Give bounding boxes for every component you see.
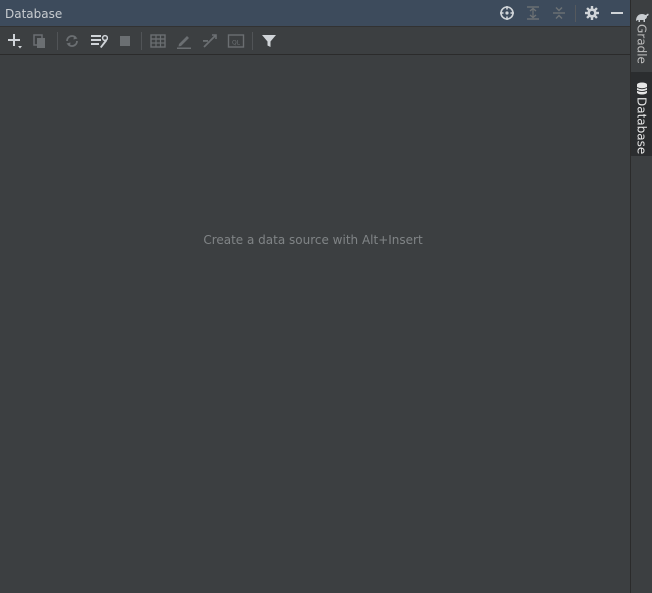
- stripe-tab-label: Database: [634, 97, 649, 155]
- svg-text:QL: QL: [232, 40, 241, 47]
- stop-icon[interactable]: [116, 32, 134, 50]
- toolbar-separator: [57, 32, 58, 50]
- tool-window-title: Database: [5, 7, 63, 21]
- edit-icon[interactable]: [175, 32, 193, 50]
- database-tree-area[interactable]: Create a data source with Alt+Insert: [0, 55, 630, 593]
- table-icon[interactable]: [149, 32, 167, 50]
- database-toolbar: QL: [0, 27, 630, 55]
- jump-to-icon[interactable]: [201, 32, 219, 50]
- locate-icon[interactable]: [499, 5, 515, 21]
- collapse-all-icon[interactable]: [551, 5, 567, 21]
- toolbar-separator: [141, 32, 142, 50]
- stripe-tab-database[interactable]: Database: [631, 72, 652, 156]
- gradle-icon: [635, 8, 649, 22]
- toolbar-separator: [252, 32, 253, 50]
- database-icon: [636, 80, 648, 95]
- properties-icon[interactable]: [90, 32, 108, 50]
- refresh-icon[interactable]: [63, 32, 81, 50]
- database-tool-window: Database QL Create a data source with Al…: [0, 0, 652, 593]
- header-separator: [575, 5, 576, 22]
- add-icon[interactable]: [6, 32, 24, 50]
- duplicate-icon[interactable]: [31, 32, 49, 50]
- tool-window-header: Database: [0, 0, 630, 27]
- minimize-icon[interactable]: [609, 5, 625, 21]
- console-icon[interactable]: QL: [227, 32, 245, 50]
- filter-icon[interactable]: [260, 32, 278, 50]
- expand-all-icon[interactable]: [525, 5, 541, 21]
- gear-icon[interactable]: [584, 5, 600, 21]
- stripe-tab-gradle[interactable]: Gradle: [631, 4, 652, 66]
- empty-state-message: Create a data source with Alt+Insert: [203, 233, 423, 247]
- stripe-tab-label: Gradle: [634, 24, 649, 64]
- right-tool-stripe: Gradle Database: [630, 0, 652, 593]
